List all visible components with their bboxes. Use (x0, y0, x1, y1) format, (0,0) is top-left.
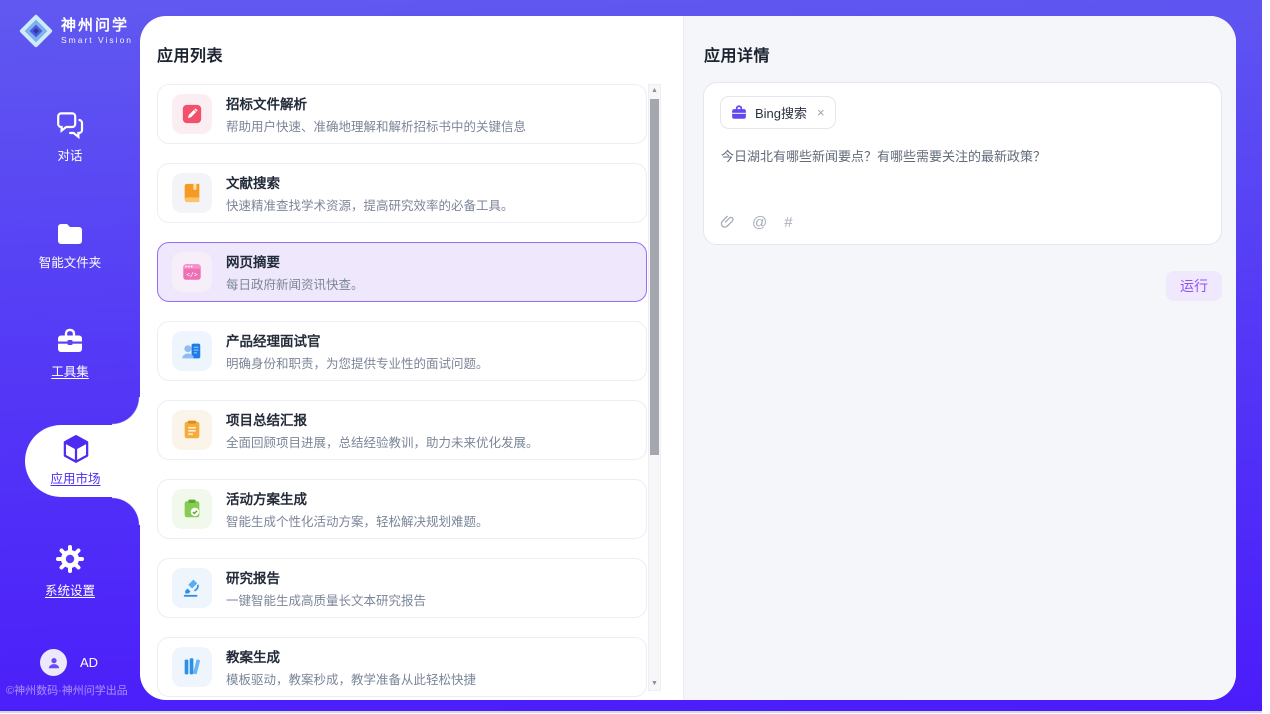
clipboard-check-icon (181, 498, 203, 520)
app-description: 模板驱动，教案秒成，教学准备从此轻松快捷 (226, 669, 476, 688)
folder-icon (56, 222, 84, 246)
sidebar-item-label: 应用市场 (50, 468, 100, 487)
icon-tile (172, 173, 212, 213)
app-detail-title: 应用详情 (704, 42, 770, 66)
app-title: 产品经理面试官 (226, 330, 489, 350)
app-title: 文献搜索 (226, 172, 514, 192)
app-title: 教案生成 (226, 646, 476, 666)
sidebar-item-label: 工具集 (51, 361, 89, 380)
svg-text:</>: </> (186, 271, 198, 279)
app-description: 智能生成个性化活动方案，轻松解决规划难题。 (226, 511, 489, 530)
brand-logo: 神州问学 Smart Vision (18, 12, 133, 50)
scrollbar-thumb[interactable] (650, 99, 659, 455)
app-list-panel: 应用列表 招标文件解析 帮助用户快速、准确地理解和解析招标书中的关键信息 (140, 16, 683, 700)
brand-subtitle: Smart Vision (61, 35, 133, 45)
tool-tag-bing-search[interactable]: Bing搜索 × (720, 96, 836, 129)
app-title: 活动方案生成 (226, 488, 489, 508)
sidebar-item-app-market[interactable]: 应用市场 (25, 425, 140, 497)
app-card-event-plan[interactable]: 活动方案生成 智能生成个性化活动方案，轻松解决规划难题。 (157, 479, 647, 539)
app-list: 招标文件解析 帮助用户快速、准确地理解和解析招标书中的关键信息 文献搜索 (157, 84, 647, 700)
user-account[interactable]: AD (40, 649, 98, 676)
toolbox-icon (56, 328, 84, 355)
app-list-title: 应用列表 (157, 42, 223, 66)
books-icon (181, 656, 203, 678)
main-panel: 应用列表 招标文件解析 帮助用户快速、准确地理解和解析招标书中的关键信息 (140, 16, 1236, 700)
app-description: 每日政府新闻资讯快查。 (226, 274, 364, 293)
app-card-project-summary[interactable]: 项目总结汇报 全面回顾项目进展，总结经验教训，助力未来优化发展。 (157, 400, 647, 460)
active-notch-top (112, 397, 140, 425)
app-description: 全面回顾项目进展，总结经验教训，助力未来优化发展。 (226, 432, 539, 451)
icon-tile: </> (172, 252, 212, 292)
app-description: 一键智能生成高质量长文本研究报告 (226, 590, 426, 609)
copyright-text: ©神州数码·神州问学出品 (6, 682, 142, 698)
sidebar-item-toolbox[interactable]: 工具集 (0, 328, 140, 380)
app-list-scrollbar[interactable]: ▲ ▼ (648, 84, 661, 691)
icon-tile (172, 568, 212, 608)
sidebar-item-label: 对话 (57, 145, 82, 164)
briefcase-icon (731, 105, 747, 120)
app-title: 网页摘要 (226, 251, 364, 271)
hash-icon[interactable]: # (784, 214, 792, 231)
app-description: 帮助用户快速、准确地理解和解析招标书中的关键信息 (226, 116, 526, 135)
icon-tile (172, 94, 212, 134)
sidebar-item-label: 智能文件夹 (39, 252, 102, 271)
tool-tag-label: Bing搜索 (755, 103, 807, 122)
prompt-card[interactable]: Bing搜索 × 今日湖北有哪些新闻要点？有哪些需要关注的最新政策？ @ # (703, 82, 1222, 245)
prompt-text[interactable]: 今日湖北有哪些新闻要点？有哪些需要关注的最新政策？ (721, 147, 1205, 166)
app-title: 项目总结汇报 (226, 409, 539, 429)
sidebar: 神州问学 Smart Vision 对话 智能文件夹 工具 (0, 0, 140, 711)
icon-tile (172, 331, 212, 371)
app-card-pm-interviewer[interactable]: 产品经理面试官 明确身份和职责，为您提供专业性的面试问题。 (157, 321, 647, 381)
app-card-webpage-summary[interactable]: </> 网页摘要 每日政府新闻资讯快查。 (157, 242, 647, 302)
book-icon (181, 182, 203, 204)
app-card-literature-search[interactable]: 文献搜索 快速精准查找学术资源，提高研究效率的必备工具。 (157, 163, 647, 223)
scroll-up-icon[interactable]: ▲ (649, 85, 660, 97)
app-card-lesson-plan[interactable]: 教案生成 模板驱动，教案秒成，教学准备从此轻松快捷 (157, 637, 647, 697)
icon-tile (172, 489, 212, 529)
sidebar-item-chat[interactable]: 对话 (0, 112, 140, 164)
mention-at-icon[interactable]: @ (752, 214, 767, 231)
icon-tile (172, 647, 212, 687)
scroll-down-icon[interactable]: ▼ (649, 678, 660, 690)
run-button[interactable]: 运行 (1166, 271, 1222, 301)
app-detail-panel: 应用详情 Bing搜索 × 今日湖北有哪些新闻要点？有哪些需要关注的最新政策？ (683, 16, 1236, 700)
avatar (40, 649, 67, 676)
app-description: 快速精准查找学术资源，提高研究效率的必备工具。 (226, 195, 514, 214)
interviewer-icon (181, 340, 203, 362)
brand-name: 神州问学 (61, 17, 133, 35)
app-card-research-report[interactable]: 研究报告 一键智能生成高质量长文本研究报告 (157, 558, 647, 618)
icon-tile (172, 410, 212, 450)
paperclip-icon[interactable] (720, 214, 735, 231)
composer-toolbar: @ # (720, 214, 793, 231)
bottom-divider (0, 711, 1262, 713)
person-icon (47, 656, 61, 670)
active-notch-bottom (112, 497, 140, 525)
chat-icon (56, 112, 84, 139)
document-edit-icon (181, 103, 203, 125)
app-card-bid-document-parse[interactable]: 招标文件解析 帮助用户快速、准确地理解和解析招标书中的关键信息 (157, 84, 647, 144)
sidebar-item-settings[interactable]: 系统设置 (0, 544, 140, 599)
user-name: AD (80, 655, 98, 670)
app-title: 研究报告 (226, 567, 426, 587)
app-title: 招标文件解析 (226, 93, 526, 113)
app-description: 明确身份和职责，为您提供专业性的面试问题。 (226, 353, 489, 372)
diamond-logo-icon (18, 12, 54, 50)
gear-icon (55, 544, 85, 574)
research-icon (181, 577, 203, 599)
sidebar-item-smart-folder[interactable]: 智能文件夹 (0, 222, 140, 271)
report-note-icon (181, 419, 203, 441)
app-frame: 神州问学 Smart Vision 对话 智能文件夹 工具 (0, 0, 1262, 711)
webpage-code-icon: </> (181, 261, 203, 283)
sidebar-item-label: 系统设置 (45, 580, 95, 599)
cube-icon (62, 435, 90, 464)
close-icon[interactable]: × (817, 105, 825, 120)
